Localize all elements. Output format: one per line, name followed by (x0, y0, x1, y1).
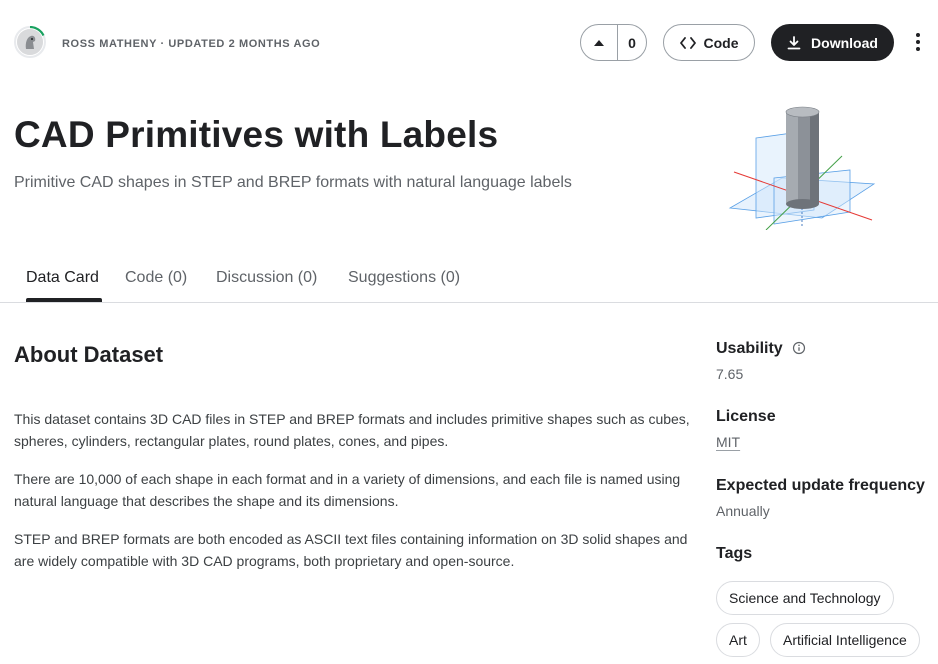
update-frequency-value: Annually (716, 503, 770, 519)
about-paragraph: STEP and BREP formats are both encoded a… (14, 531, 688, 569)
tag-chip-artificial-intelligence[interactable]: Artificial Intelligence (770, 623, 920, 657)
dataset-subtitle: Primitive CAD shapes in STEP and BREP fo… (14, 174, 572, 191)
update-frequency-label: Expected update frequency (716, 477, 925, 494)
license-label: License (716, 408, 776, 425)
dataset-title: CAD Primitives with Labels (14, 114, 499, 155)
about-dataset-heading: About Dataset (14, 342, 164, 367)
dataset-tabs: Data Card Code (0) Discussion (0) Sugges… (0, 254, 938, 303)
updated-time: UPDATED 2 MONTHS AGO (168, 38, 321, 50)
license-link[interactable]: MIT (716, 434, 740, 450)
tag-chip-art[interactable]: Art (716, 623, 760, 657)
code-brackets-icon (679, 36, 696, 49)
author-name[interactable]: ROSS MATHENY (62, 38, 157, 50)
tags-label: Tags (716, 545, 753, 562)
more-vertical-icon[interactable] (908, 30, 928, 54)
byline-separator: · (160, 38, 165, 50)
download-button[interactable]: Download (771, 24, 894, 61)
about-paragraph: There are 10,000 of each shape in each f… (14, 471, 681, 509)
info-circle-icon[interactable] (792, 341, 806, 355)
tab-suggestions[interactable]: Suggestions (0) (348, 269, 460, 287)
author-byline: ROSS MATHENY · UPDATED 2 MONTHS AGO (62, 38, 320, 50)
dataset-header: ROSS MATHENY · UPDATED 2 MONTHS AGO 0 Co… (0, 0, 938, 84)
tab-discussion[interactable]: Discussion (0) (216, 269, 317, 287)
upvote-button[interactable] (581, 25, 618, 60)
code-button-label: Code (703, 34, 739, 51)
about-paragraph: This dataset contains 3D CAD files in ST… (14, 411, 690, 449)
usability-label: Usability (716, 340, 783, 357)
active-tab-indicator (26, 298, 102, 302)
download-icon (787, 35, 801, 49)
author-avatar[interactable] (14, 26, 46, 58)
avatar-image (17, 29, 43, 55)
caret-up-icon (594, 39, 604, 46)
usability-value: 7.65 (716, 366, 744, 382)
tab-code[interactable]: Code (0) (125, 269, 187, 287)
upvote-control: 0 (580, 24, 647, 61)
upvote-count: 0 (628, 34, 636, 51)
dataset-cover-image (728, 106, 876, 230)
code-button[interactable]: Code (663, 24, 755, 61)
tab-data-card[interactable]: Data Card (26, 269, 99, 287)
download-button-label: Download (811, 34, 878, 51)
tag-chip-science-and-technology[interactable]: Science and Technology (716, 581, 894, 615)
